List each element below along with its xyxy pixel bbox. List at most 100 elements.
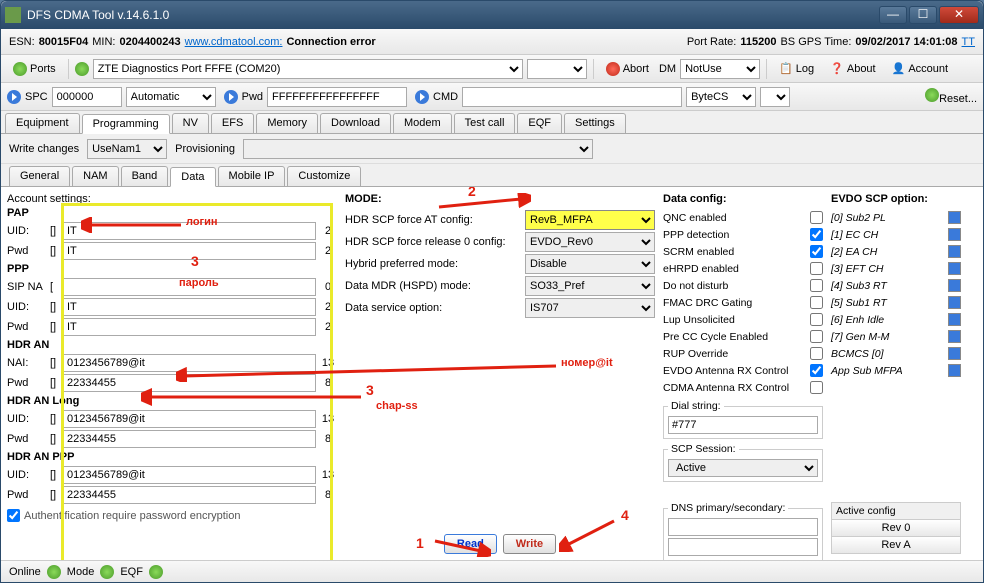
scp-0-label: [0] Sub2 PL	[831, 212, 948, 224]
ppp-uid-len: 2	[319, 301, 337, 313]
close-button[interactable]: ✕	[939, 6, 979, 24]
hdranlong-uid-input[interactable]	[63, 410, 316, 428]
reva-button[interactable]: Rev A	[832, 536, 960, 553]
baud-select[interactable]	[527, 59, 587, 79]
spc-play-icon[interactable]	[7, 90, 21, 104]
ppp-uid-input[interactable]	[63, 298, 316, 316]
hdranppp-pwd-label: Pwd	[7, 489, 47, 501]
scp-7-checkbox[interactable]	[948, 330, 961, 343]
refresh-port-icon[interactable]	[75, 62, 89, 76]
scp-6-checkbox[interactable]	[948, 313, 961, 326]
ports-button[interactable]: Ports	[7, 60, 62, 78]
reset-button[interactable]: Reset...	[925, 88, 977, 105]
cmd-input[interactable]	[462, 87, 682, 107]
ppp-sip-input[interactable]	[63, 278, 316, 296]
cfg-6-label: Lup Unsolicited	[663, 314, 810, 326]
hdranlong-pwd-input[interactable]	[63, 430, 316, 448]
main-toolbar: Ports ZTE Diagnostics Port FFFE (COM20) …	[1, 55, 983, 83]
cfg-0-checkbox[interactable]	[810, 211, 823, 224]
hybrid-mode-select[interactable]: Disable	[525, 254, 655, 274]
tab-eqf[interactable]: EQF	[517, 113, 562, 133]
cfg-4-checkbox[interactable]	[810, 279, 823, 292]
hdran-nai-input[interactable]	[63, 354, 316, 372]
read-button[interactable]: Read	[444, 534, 497, 554]
cfg-6-checkbox[interactable]	[810, 313, 823, 326]
hdranppp-uid-input[interactable]	[63, 466, 316, 484]
data-mdr-select[interactable]: SO33_Pref	[525, 276, 655, 296]
tab-testcall[interactable]: Test call	[454, 113, 516, 133]
dns-primary-input[interactable]	[668, 518, 818, 536]
scp-0-checkbox[interactable]	[948, 211, 961, 224]
pap-uid-input[interactable]	[63, 222, 316, 240]
tt-link[interactable]: TT	[962, 36, 975, 48]
cfg-1-checkbox[interactable]	[810, 228, 823, 241]
maximize-button[interactable]: ☐	[909, 6, 937, 24]
dns-secondary-input[interactable]	[668, 538, 818, 556]
cfg-5-checkbox[interactable]	[810, 296, 823, 309]
hdranppp-pwd-input[interactable]	[63, 486, 316, 504]
auth-checkbox[interactable]	[7, 509, 20, 522]
port-select[interactable]: ZTE Diagnostics Port FFFE (COM20)	[93, 59, 523, 79]
tab-efs[interactable]: EFS	[211, 113, 254, 133]
scp-2-checkbox[interactable]	[948, 245, 961, 258]
dial-input[interactable]	[668, 416, 818, 434]
dm-select[interactable]: NotUse	[680, 59, 760, 79]
scp-4-label: [4] Sub3 RT	[831, 280, 948, 292]
tab-settings[interactable]: Settings	[564, 113, 626, 133]
tab-nv[interactable]: NV	[172, 113, 209, 133]
subtab-mobileip[interactable]: Mobile IP	[218, 166, 286, 186]
cfg-10-checkbox[interactable]	[810, 381, 823, 394]
abort-button[interactable]: Abort	[600, 60, 655, 78]
scp-7-label: [7] Gen M-M	[831, 331, 948, 343]
subtab-nam[interactable]: NAM	[72, 166, 118, 186]
scp-9-checkbox[interactable]	[948, 364, 961, 377]
spc-input[interactable]	[52, 87, 122, 107]
auth-label: Authentification require password encryp…	[24, 510, 240, 522]
subtab-general[interactable]: General	[9, 166, 70, 186]
cfg-3-checkbox[interactable]	[810, 262, 823, 275]
pwd-input[interactable]	[267, 87, 407, 107]
cdmatool-link[interactable]: www.cdmatool.com:	[185, 36, 283, 48]
about-button[interactable]: ❓ About	[824, 60, 881, 77]
hdran-pwd-input[interactable]	[63, 374, 316, 392]
pap-pwd-input[interactable]	[63, 242, 316, 260]
ppp-pwd-len: 2	[319, 321, 337, 333]
ppp-pwd-input[interactable]	[63, 318, 316, 336]
scp-3-checkbox[interactable]	[948, 262, 961, 275]
hdr-scp-rel0-select[interactable]: EVDO_Rev0	[525, 232, 655, 252]
tab-download[interactable]: Download	[320, 113, 391, 133]
tab-modem[interactable]: Modem	[393, 113, 452, 133]
log-button[interactable]: 📋 Log	[773, 60, 820, 77]
scp-1-checkbox[interactable]	[948, 228, 961, 241]
tab-memory[interactable]: Memory	[256, 113, 318, 133]
hdranlong-uid-len: 13	[319, 413, 337, 425]
subtab-data[interactable]: Data	[170, 167, 215, 187]
dns-label: DNS primary/secondary:	[668, 502, 788, 514]
cfg-7-checkbox[interactable]	[810, 330, 823, 343]
cmd-opt-select[interactable]	[760, 87, 790, 107]
data-service-select[interactable]: IS707	[525, 298, 655, 318]
subtab-customize[interactable]: Customize	[287, 166, 361, 186]
cmd-play-icon[interactable]	[415, 90, 429, 104]
tab-equipment[interactable]: Equipment	[5, 113, 80, 133]
write-button[interactable]: Write	[503, 534, 556, 554]
cmd-cs-select[interactable]: ByteCS	[686, 87, 756, 107]
spc-mode-select[interactable]: Automatic	[126, 87, 216, 107]
provisioning-select[interactable]	[243, 139, 593, 159]
hdr-scp-at-select[interactable]: RevB_MFPA	[525, 210, 655, 230]
scp-4-checkbox[interactable]	[948, 279, 961, 292]
pwd-play-icon[interactable]	[224, 90, 238, 104]
account-button[interactable]: 👤 Account	[886, 60, 954, 77]
cfg-8-checkbox[interactable]	[810, 347, 823, 360]
minimize-button[interactable]: —	[879, 6, 907, 24]
active-config-box: Active config Rev 0 Rev A	[831, 502, 961, 554]
cfg-2-checkbox[interactable]	[810, 245, 823, 258]
scp-session-select[interactable]: Active	[668, 459, 818, 477]
scp-8-checkbox[interactable]	[948, 347, 961, 360]
scp-5-checkbox[interactable]	[948, 296, 961, 309]
tab-programming[interactable]: Programming	[82, 114, 170, 134]
usenam-select[interactable]: UseNam1	[87, 139, 167, 159]
cfg-9-checkbox[interactable]	[810, 364, 823, 377]
subtab-band[interactable]: Band	[121, 166, 169, 186]
rev0-button[interactable]: Rev 0	[832, 519, 960, 536]
